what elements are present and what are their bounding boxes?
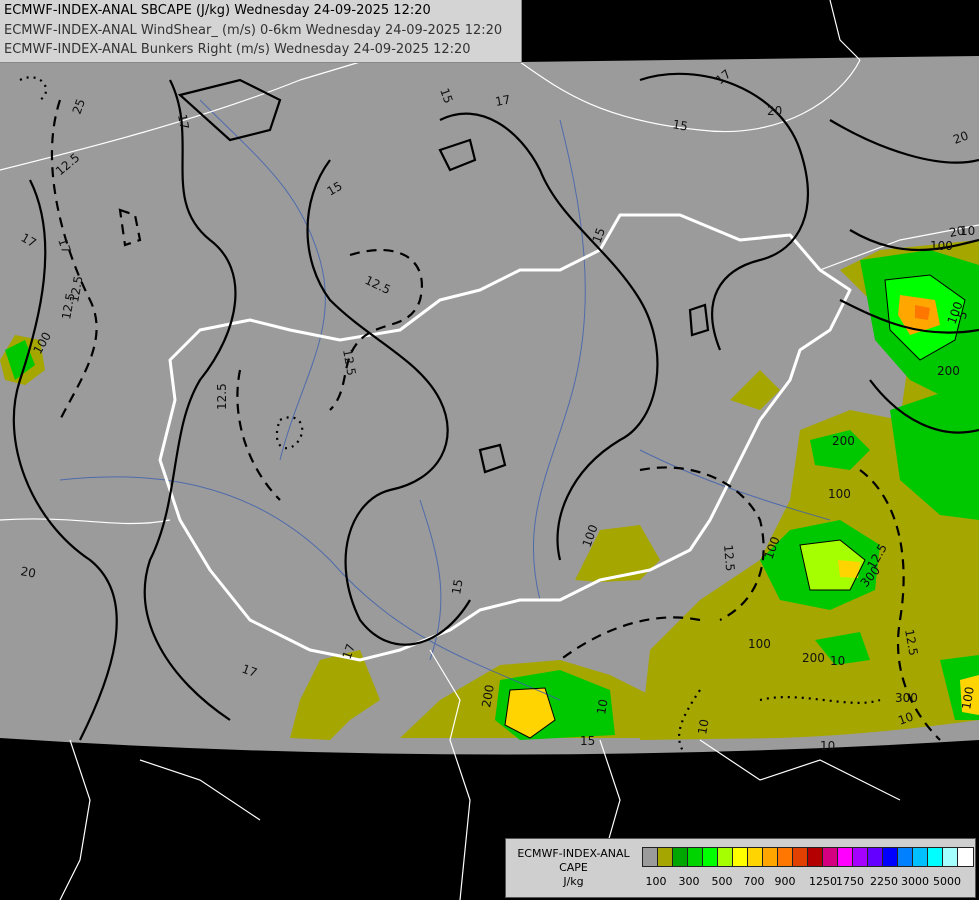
legend-swatch [957, 847, 974, 867]
shear-contour-label: 12.5 [215, 383, 229, 410]
legend-tick-label: 100 [645, 875, 667, 888]
legend-tick-label: 1750 [836, 875, 864, 888]
legend-tick-label: 2250 [870, 875, 898, 888]
legend-tick-label: 5000 [933, 875, 961, 888]
cape-contour-label: 200 [802, 651, 825, 665]
cape-contour-label: 100 [748, 637, 771, 651]
shear-contour-label: 10 [820, 739, 835, 753]
legend-title-unit: J/kg [563, 875, 584, 888]
shear-contour-label: 17 [494, 93, 511, 109]
cape-contour-label: 100 [930, 239, 953, 253]
header-line-bunkers: ECMWF-INDEX-ANAL Bunkers Right (m/s) Wed… [4, 42, 471, 57]
shear-contour-label: 12.5 [721, 544, 737, 572]
weather-map[interactable]: 12.512.512.5 12.512.512.512.5 12.512.51515… [0, 0, 979, 900]
shear-contour-label: 15 [671, 117, 688, 133]
cape-contour-label: 100 [828, 487, 851, 501]
shear-contour-label: 10 [695, 718, 711, 735]
legend-tick-label: 500 [711, 875, 733, 888]
shear-contour-label: 10 [830, 654, 845, 668]
shear-contour-label: 20 [19, 564, 36, 580]
legend-tick-label: 3000 [901, 875, 929, 888]
legend-title-source: ECMWF-INDEX-ANAL [517, 847, 630, 860]
shear-contour-label: 15 [449, 578, 465, 595]
cape-contour-label: 200 [832, 434, 855, 448]
cape-legend: ECMWF-INDEX-ANAL CAPE J/kg 100 300 500 700 9… [505, 838, 976, 898]
shear-contour-label: 10 [594, 698, 610, 715]
legend-tick-label: 300 [678, 875, 700, 888]
header-line-windshear: ECMWF-INDEX-ANAL WindShear_ (m/s) 0-6km … [4, 23, 503, 38]
header-line-sbcape: ECMWF-INDEX-ANAL SBCAPE (J/kg) Wednesday… [4, 3, 431, 18]
legend-title: ECMWF-INDEX-ANAL CAPE J/kg [510, 847, 637, 889]
shear-contour-label: 15 [580, 734, 595, 748]
legend-title-param: CAPE [559, 861, 588, 874]
legend-tick-label: 900 [774, 875, 796, 888]
shear-contour-label: 17 [175, 113, 191, 130]
legend-tick-label: 700 [743, 875, 765, 888]
map-header: ECMWF-INDEX-ANAL SBCAPE (J/kg) Wednesday… [0, 0, 522, 63]
legend-tick-label: 1250 [809, 875, 837, 888]
cape-contour-label: 300 [895, 691, 918, 705]
shear-contour-label: 20 [767, 104, 782, 118]
cape-contour-label: 200 [937, 364, 960, 378]
shear-contour-label: 10 [960, 224, 975, 238]
